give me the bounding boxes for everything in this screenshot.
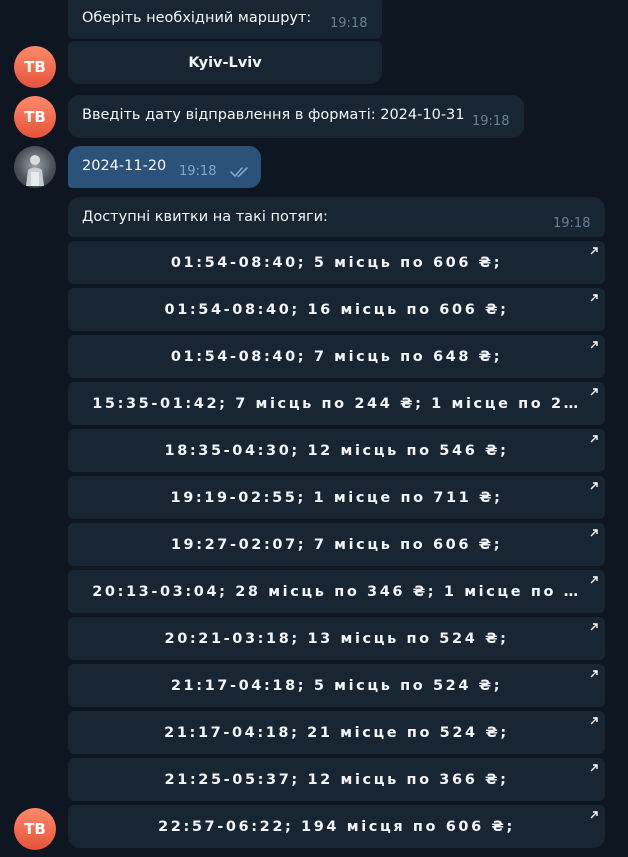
ticket-button-label: 21:25-05:37; 12 місць по 366 ₴; xyxy=(164,771,509,788)
message-time: 19:18 xyxy=(472,114,510,129)
arrow-up-right-icon xyxy=(590,341,598,349)
arrow-up-right-icon xyxy=(590,576,598,584)
bot-avatar[interactable]: TB xyxy=(14,96,56,138)
tickets-header-bubble: Доступні квитки на такі потяги: 19:18 xyxy=(68,197,605,237)
ticket-button-label: 19:27-02:07; 7 місць по 606 ₴; xyxy=(170,536,503,553)
ticket-button[interactable]: 01:54-08:40; 5 місць по 606 ₴; xyxy=(68,241,605,284)
ticket-button[interactable]: 01:54-08:40; 16 місць по 606 ₴; xyxy=(68,288,605,331)
ticket-button-label: 21:17-04:18; 5 місць по 524 ₴; xyxy=(170,677,503,694)
arrow-up-right-icon xyxy=(590,529,598,537)
ticket-button[interactable]: 21:17-04:18; 21 місце по 524 ₴; xyxy=(68,711,605,754)
ticket-button[interactable]: 20:13-03:04; 28 місць по 346 ₴; 1 місце … xyxy=(68,570,605,613)
arrow-up-right-icon xyxy=(590,623,598,631)
ticket-button[interactable]: 20:21-03:18; 13 місць по 524 ₴; xyxy=(68,617,605,660)
ticket-button-label: 20:13-03:04; 28 місць по 346 ₴; 1 місце … xyxy=(92,583,581,600)
ticket-button-label: 15:35-01:42; 7 місць по 244 ₴; 1 місце п… xyxy=(92,395,581,412)
message-text: Введіть дату відправлення в форматі: 202… xyxy=(82,107,465,123)
ticket-button-label: 19:19-02:55; 1 місце по 711 ₴; xyxy=(170,489,503,506)
double-check-icon xyxy=(230,167,248,178)
arrow-up-right-icon xyxy=(590,717,598,725)
ticket-button[interactable]: 01:54-08:40; 7 місць по 648 ₴; xyxy=(68,335,605,378)
ticket-button-label: 22:57-06:22; 194 місця по 606 ₴; xyxy=(158,818,515,835)
ticket-button[interactable]: 21:25-05:37; 12 місць по 366 ₴; xyxy=(68,758,605,801)
ticket-button[interactable]: 18:35-04:30; 12 місць по 546 ₴; xyxy=(68,429,605,472)
message-text: Доступні квитки на такі потяги: xyxy=(82,209,328,225)
bot-avatar-initials: TB xyxy=(24,108,46,126)
arrow-up-right-icon xyxy=(590,670,598,678)
ticket-button[interactable]: 21:17-04:18; 5 місць по 524 ₴; xyxy=(68,664,605,707)
chat-history: Оберіть необхідний маршрут: 19:18 Kyiv-L… xyxy=(0,0,628,857)
bot-avatar-initials: TB xyxy=(24,58,46,76)
arrow-up-right-icon xyxy=(590,247,598,255)
bot-avatar-initials: TB xyxy=(24,820,46,838)
ticket-button[interactable]: 22:57-06:22; 194 місця по 606 ₴; xyxy=(68,805,605,848)
arrow-up-right-icon xyxy=(590,388,598,396)
ticket-button-label: 01:54-08:40; 5 місць по 606 ₴; xyxy=(170,254,503,271)
arrow-up-right-icon xyxy=(590,764,598,772)
arrow-up-right-icon xyxy=(590,811,598,819)
user-avatar[interactable] xyxy=(14,146,56,188)
ticket-button[interactable]: 19:19-02:55; 1 місце по 711 ₴; xyxy=(68,476,605,519)
bot-avatar[interactable]: TB xyxy=(14,808,56,850)
arrow-up-right-icon xyxy=(590,294,598,302)
ticket-button-label: 18:35-04:30; 12 місць по 546 ₴; xyxy=(164,442,509,459)
message-time: 19:18 xyxy=(330,16,368,31)
ticket-button[interactable]: 15:35-01:42; 7 місць по 244 ₴; 1 місце п… xyxy=(68,382,605,425)
message-time: 19:18 xyxy=(179,164,217,179)
arrow-up-right-icon xyxy=(590,435,598,443)
route-prompt-bubble: Оберіть необхідний маршрут: 19:18 xyxy=(68,0,382,39)
ticket-button-label: 01:54-08:40; 16 місць по 606 ₴; xyxy=(164,301,509,318)
user-photo-icon xyxy=(26,155,44,186)
ticket-button-label: 20:21-03:18; 13 місць по 524 ₴; xyxy=(164,630,509,647)
bot-avatar[interactable]: TB xyxy=(14,46,56,88)
user-date-bubble: 2024-11-20 19:18 xyxy=(68,146,261,188)
message-text: Оберіть необхідний маршрут: xyxy=(82,10,312,26)
message-text: 2024-11-20 xyxy=(82,158,167,174)
ticket-button[interactable]: 19:27-02:07; 7 місць по 606 ₴; xyxy=(68,523,605,566)
ticket-button-label: 01:54-08:40; 7 місць по 648 ₴; xyxy=(170,348,503,365)
route-button-label: Kyiv-Lviv xyxy=(188,54,262,71)
ticket-button-label: 21:17-04:18; 21 місце по 524 ₴; xyxy=(164,724,509,741)
route-button-kyiv-lviv[interactable]: Kyiv-Lviv xyxy=(68,41,382,84)
date-prompt-bubble: Введіть дату відправлення в форматі: 202… xyxy=(68,95,524,138)
arrow-up-right-icon xyxy=(590,482,598,490)
message-time: 19:18 xyxy=(553,216,591,231)
